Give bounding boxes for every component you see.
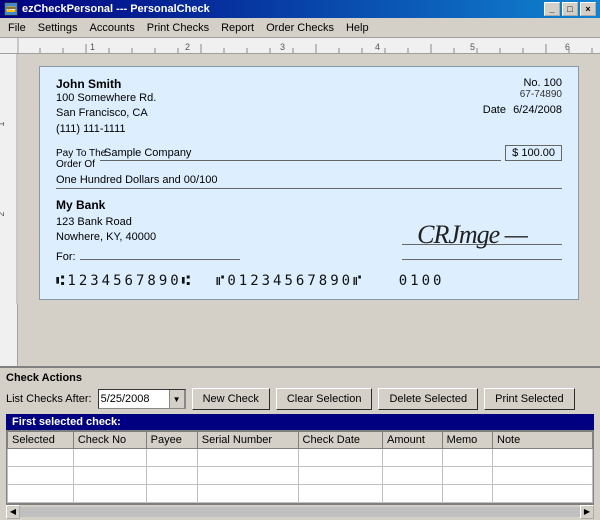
check-micr: ⑆1234567890⑆ ⑈01234567890⑈ 0100	[56, 273, 562, 289]
for-label: For:	[56, 251, 76, 263]
scroll-left-button[interactable]: ◀	[6, 505, 20, 519]
menu-report[interactable]: Report	[215, 20, 260, 36]
table-row	[8, 485, 593, 503]
check-bank-info: My Bank 123 Bank Road Nowhere, KY, 40000	[56, 197, 156, 245]
menu-order-checks[interactable]: Order Checks	[260, 20, 340, 36]
check-payer-addr1: 100 Somewhere Rd.	[56, 91, 156, 106]
clear-selection-button[interactable]: Clear Selection	[276, 388, 373, 410]
print-selected-button[interactable]: Print Selected	[484, 388, 574, 410]
check-header: John Smith 100 Somewhere Rd. San Francis…	[56, 77, 562, 137]
horizontal-scrollbar[interactable]: ◀ ▶	[6, 504, 594, 518]
bank-addr1: 123 Bank Road	[56, 215, 156, 230]
check-actions-row: List Checks After: ▼ New Check Clear Sel…	[6, 388, 594, 410]
scroll-right-button[interactable]: ▶	[580, 505, 594, 519]
check-container: John Smith 100 Somewhere Rd. San Francis…	[18, 54, 600, 366]
menu-bar: File Settings Accounts Print Checks Repo…	[0, 18, 600, 38]
pay-to-row: Pay To The Order Of Sample Company $ 100…	[56, 145, 562, 170]
col-check-date: Check Date	[298, 432, 383, 449]
check-table: Selected Check No Payee Serial Number Ch…	[7, 431, 593, 503]
check-payer-name: John Smith	[56, 77, 156, 91]
minimize-button[interactable]: _	[544, 2, 560, 16]
svg-text:1: 1	[90, 42, 95, 52]
check-table-wrapper: Selected Check No Payee Serial Number Ch…	[6, 430, 594, 504]
check-routing: 67-74890	[483, 89, 562, 100]
check-number-area: No. 100 67-74890 Date 6/24/2008	[483, 77, 562, 137]
check-payee: Sample Company	[100, 147, 501, 161]
col-serial-number: Serial Number	[197, 432, 298, 449]
col-payee: Payee	[146, 432, 197, 449]
dollar-sign: $	[512, 147, 518, 159]
check-date-row: Date 6/24/2008	[483, 104, 562, 116]
app-icon: 💳	[4, 2, 18, 16]
svg-text:5: 5	[470, 42, 475, 52]
col-memo: Memo	[442, 432, 492, 449]
svg-text:3: 3	[280, 42, 285, 52]
check-payer-info: John Smith 100 Somewhere Rd. San Francis…	[56, 77, 156, 137]
title-bar: 💳 ezCheckPersonal --- PersonalCheck _ □ …	[0, 0, 600, 18]
for-line	[80, 259, 240, 260]
date-value: 6/24/2008	[513, 104, 562, 116]
table-row	[8, 467, 593, 485]
scroll-track[interactable]	[20, 507, 580, 517]
main-area: 1 2 John Smith 100 Somewhere Rd. San Fra…	[0, 54, 600, 520]
ruler: 1 2 3 4 5 6	[0, 38, 600, 54]
bank-addr2: Nowhere, KY, 40000	[56, 230, 156, 245]
check-number: No. 100	[483, 77, 562, 89]
check-actions-label: Check Actions	[6, 372, 594, 384]
menu-accounts[interactable]: Accounts	[83, 20, 140, 36]
check-written-amount: One Hundred Dollars and 00/100	[56, 174, 562, 189]
new-check-button[interactable]: New Check	[192, 388, 270, 410]
check-signature: CRJmge —	[402, 220, 542, 250]
date-dropdown-button[interactable]: ▼	[169, 390, 185, 408]
check-payer-phone: (111) 111-1111	[56, 122, 156, 137]
menu-settings[interactable]: Settings	[32, 20, 84, 36]
list-checks-after-label: List Checks After:	[6, 393, 92, 405]
maximize-button[interactable]: □	[562, 2, 578, 16]
check-for-row: For:	[56, 251, 562, 263]
check-amount: $ 100.00	[505, 145, 562, 161]
delete-selected-button[interactable]: Delete Selected	[378, 388, 478, 410]
window-controls[interactable]: _ □ ×	[544, 2, 596, 16]
svg-text:4: 4	[375, 42, 380, 52]
svg-text:2: 2	[0, 211, 6, 216]
left-ruler: 1 2	[0, 54, 18, 366]
svg-text:2: 2	[185, 42, 190, 52]
col-selected: Selected	[8, 432, 74, 449]
check-bank-sig: My Bank 123 Bank Road Nowhere, KY, 40000…	[56, 197, 562, 245]
signature-area: CRJmge —	[402, 220, 562, 245]
date-input-wrapper[interactable]: ▼	[98, 389, 186, 409]
col-amount: Amount	[383, 432, 443, 449]
col-check-no: Check No	[73, 432, 146, 449]
check-preview-area: 1 2 John Smith 100 Somewhere Rd. San Fra…	[0, 54, 600, 368]
title-text: ezCheckPersonal --- PersonalCheck	[22, 3, 210, 15]
sig-line-bottom	[402, 259, 562, 260]
menu-print-checks[interactable]: Print Checks	[141, 20, 215, 36]
order-of-label: Order Of	[56, 159, 96, 170]
table-row	[8, 449, 593, 467]
bank-name: My Bank	[56, 198, 105, 212]
amount-value: 100.00	[521, 147, 555, 159]
check-payer-city: San Francisco, CA	[56, 106, 156, 121]
list-checks-date-input[interactable]	[99, 393, 169, 405]
check: John Smith 100 Somewhere Rd. San Francis…	[39, 66, 579, 300]
menu-file[interactable]: File	[2, 20, 32, 36]
bottom-panel: Check Actions List Checks After: ▼ New C…	[0, 368, 600, 520]
first-selected-check-header: First selected check:	[6, 414, 594, 430]
date-label: Date	[483, 104, 506, 116]
svg-text:1: 1	[0, 121, 6, 126]
close-button[interactable]: ×	[580, 2, 596, 16]
pay-to-label: Pay To The	[56, 148, 96, 159]
col-note: Note	[493, 432, 593, 449]
menu-help[interactable]: Help	[340, 20, 375, 36]
